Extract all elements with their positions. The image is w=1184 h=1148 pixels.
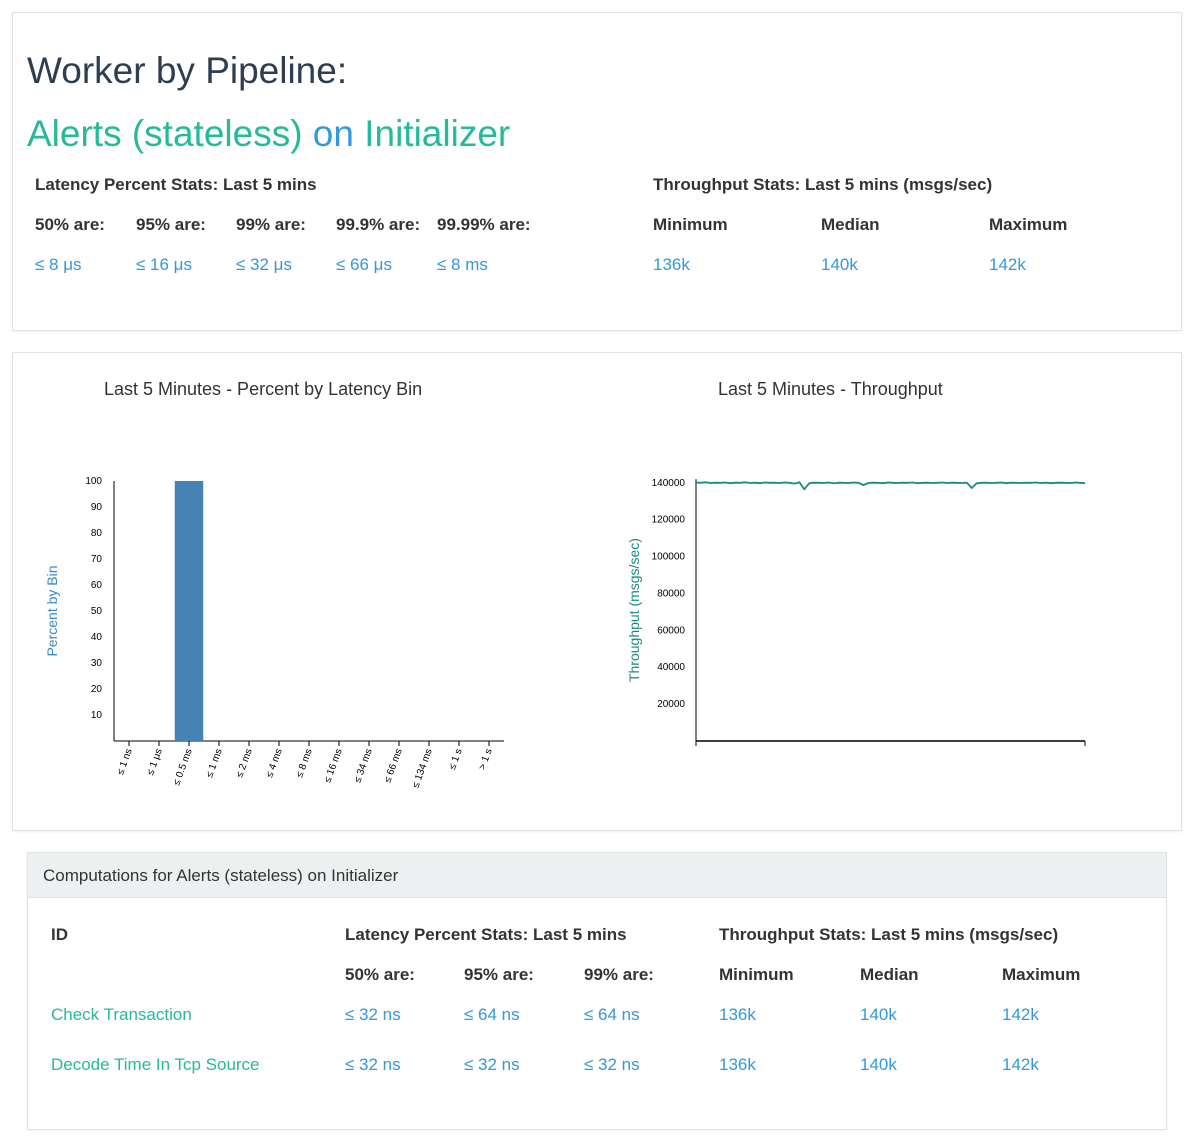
comp-throughput-header-min: Minimum <box>719 965 794 984</box>
latency-x-tick-label-4: ≤ 2 ms <box>234 747 255 779</box>
computations-panel: Computations for Alerts (stateless) on I… <box>27 852 1167 1130</box>
latency-y-axis-label: Percent by Bin <box>44 565 60 656</box>
throughput-stats-title: Throughput Stats: Last 5 mins (msgs/sec) <box>653 175 993 194</box>
latency-header-95: 95% are: <box>136 215 206 234</box>
latency-value-9999: ≤ 8 ms <box>437 255 488 274</box>
row1-latency-95: ≤ 64 ns <box>464 1005 520 1024</box>
latency-x-tick-label-5: ≤ 4 ms <box>264 747 285 779</box>
summary-panel: Worker by Pipeline: Alerts (stateless) o… <box>12 12 1182 331</box>
pipeline-subtitle: Alerts (stateless) on Initializer <box>27 113 510 155</box>
throughput-header-min: Minimum <box>653 215 728 234</box>
throughput-y-tick-2: 60000 <box>657 625 685 636</box>
on-word: on <box>312 113 354 154</box>
throughput-y-tick-0: 20000 <box>657 699 685 710</box>
computations-header: Computations for Alerts (stateless) on I… <box>28 853 1166 898</box>
latency-y-tick-9: 100 <box>85 476 102 487</box>
throughput-y-tick-6: 140000 <box>652 478 686 489</box>
throughput-value-min: 136k <box>653 255 690 274</box>
latency-stats-title: Latency Percent Stats: Last 5 mins <box>35 175 317 194</box>
latency-value-95: ≤ 16 μs <box>136 255 192 274</box>
id-column-header: ID <box>51 925 68 944</box>
computation-link-check-transaction[interactable]: Check Transaction <box>51 1005 192 1025</box>
latency-y-tick-4: 50 <box>91 606 103 617</box>
row1-throughput-max: 142k <box>1002 1005 1039 1024</box>
latency-value-999: ≤ 66 μs <box>336 255 392 274</box>
comp-throughput-header-median: Median <box>860 965 919 984</box>
throughput-header-max: Maximum <box>989 215 1068 234</box>
latency-y-tick-0: 10 <box>91 710 103 721</box>
computation-link-decode-time[interactable]: Decode Time In Tcp Source <box>51 1055 260 1075</box>
throughput-series-line <box>695 481 1086 491</box>
pipeline-name-link[interactable]: Alerts (stateless) <box>27 113 303 154</box>
row2-latency-50: ≤ 32 ns <box>345 1055 401 1074</box>
throughput-header-median: Median <box>821 215 880 234</box>
latency-y-tick-5: 60 <box>91 580 103 591</box>
comp-latency-header-99: 99% are: <box>584 965 654 984</box>
latency-x-tick-label-10: ≤ 134 ms <box>410 747 434 789</box>
latency-x-tick-label-11: ≤ 1 s <box>447 747 465 771</box>
latency-y-tick-7: 80 <box>91 528 103 539</box>
throughput-line-chart: 20000 40000 60000 80000 100000 120000 140000 Th… <box>626 478 1086 746</box>
throughput-y-tick-5: 120000 <box>652 515 686 526</box>
latency-x-tick-label-9: ≤ 66 ms <box>382 747 404 784</box>
page-title: Worker by Pipeline: <box>27 50 348 91</box>
latency-histogram: 10 20 30 40 50 60 70 80 90 100 ≤ 1 ns ≤ 1 μs ≤ 0.5 m… <box>44 476 504 790</box>
row2-latency-95: ≤ 32 ns <box>464 1055 520 1074</box>
latency-header-999: 99.9% are: <box>336 215 421 234</box>
row2-throughput-median: 140k <box>860 1055 897 1074</box>
latency-x-tick-label-1: ≤ 1 μs <box>145 747 165 776</box>
latency-x-tick-label-6: ≤ 8 ms <box>294 747 315 779</box>
throughput-y-tick-3: 80000 <box>657 588 685 599</box>
latency-header-50: 50% are: <box>35 215 105 234</box>
latency-y-tick-8: 90 <box>91 502 103 513</box>
comp-throughput-header-max: Maximum <box>1002 965 1081 984</box>
latency-x-tick-label-12: > 1 s <box>477 747 495 771</box>
row2-throughput-max: 142k <box>1002 1055 1039 1074</box>
row1-throughput-median: 140k <box>860 1005 897 1024</box>
latency-x-tick-label-8: ≤ 34 ms <box>352 747 374 784</box>
worker-name-link[interactable]: Initializer <box>364 113 510 154</box>
comp-latency-header-50: 50% are: <box>345 965 415 984</box>
throughput-y-tick-4: 100000 <box>652 552 686 563</box>
latency-y-tick-1: 20 <box>91 684 103 695</box>
throughput-value-max: 142k <box>989 255 1026 274</box>
latency-x-tick-label-7: ≤ 16 ms <box>322 747 344 784</box>
latency-y-tick-6: 70 <box>91 554 103 565</box>
computations-title: Computations for Alerts (stateless) on I… <box>43 866 399 885</box>
row2-latency-99: ≤ 32 ns <box>584 1055 640 1074</box>
latency-x-tick-label-2: ≤ 0.5 ms <box>171 747 194 787</box>
latency-value-99: ≤ 32 μs <box>236 255 292 274</box>
comp-latency-header-95: 95% are: <box>464 965 534 984</box>
latency-y-tick-3: 40 <box>91 632 103 643</box>
latency-x-tick-label-0: ≤ 1 ns <box>115 747 135 776</box>
row2-throughput-min: 136k <box>719 1055 756 1074</box>
comp-latency-title: Latency Percent Stats: Last 5 mins <box>345 925 627 944</box>
row1-latency-99: ≤ 64 ns <box>584 1005 640 1024</box>
throughput-y-tick-1: 40000 <box>657 662 685 673</box>
throughput-y-axis-label: Throughput (msgs/sec) <box>626 538 642 682</box>
row1-latency-50: ≤ 32 ns <box>345 1005 401 1024</box>
latency-x-tick-label-3: ≤ 1 ms <box>204 747 225 779</box>
latency-bar-2 <box>174 481 204 741</box>
latency-value-50: ≤ 8 μs <box>35 255 82 274</box>
charts-panel: Last 5 Minutes - Percent by Latency Bin … <box>12 352 1182 831</box>
row1-throughput-min: 136k <box>719 1005 756 1024</box>
latency-y-tick-2: 30 <box>91 658 103 669</box>
latency-header-99: 99% are: <box>236 215 306 234</box>
latency-header-9999: 99.99% are: <box>437 215 531 234</box>
comp-throughput-title: Throughput Stats: Last 5 mins (msgs/sec) <box>719 925 1059 944</box>
throughput-value-median: 140k <box>821 255 858 274</box>
